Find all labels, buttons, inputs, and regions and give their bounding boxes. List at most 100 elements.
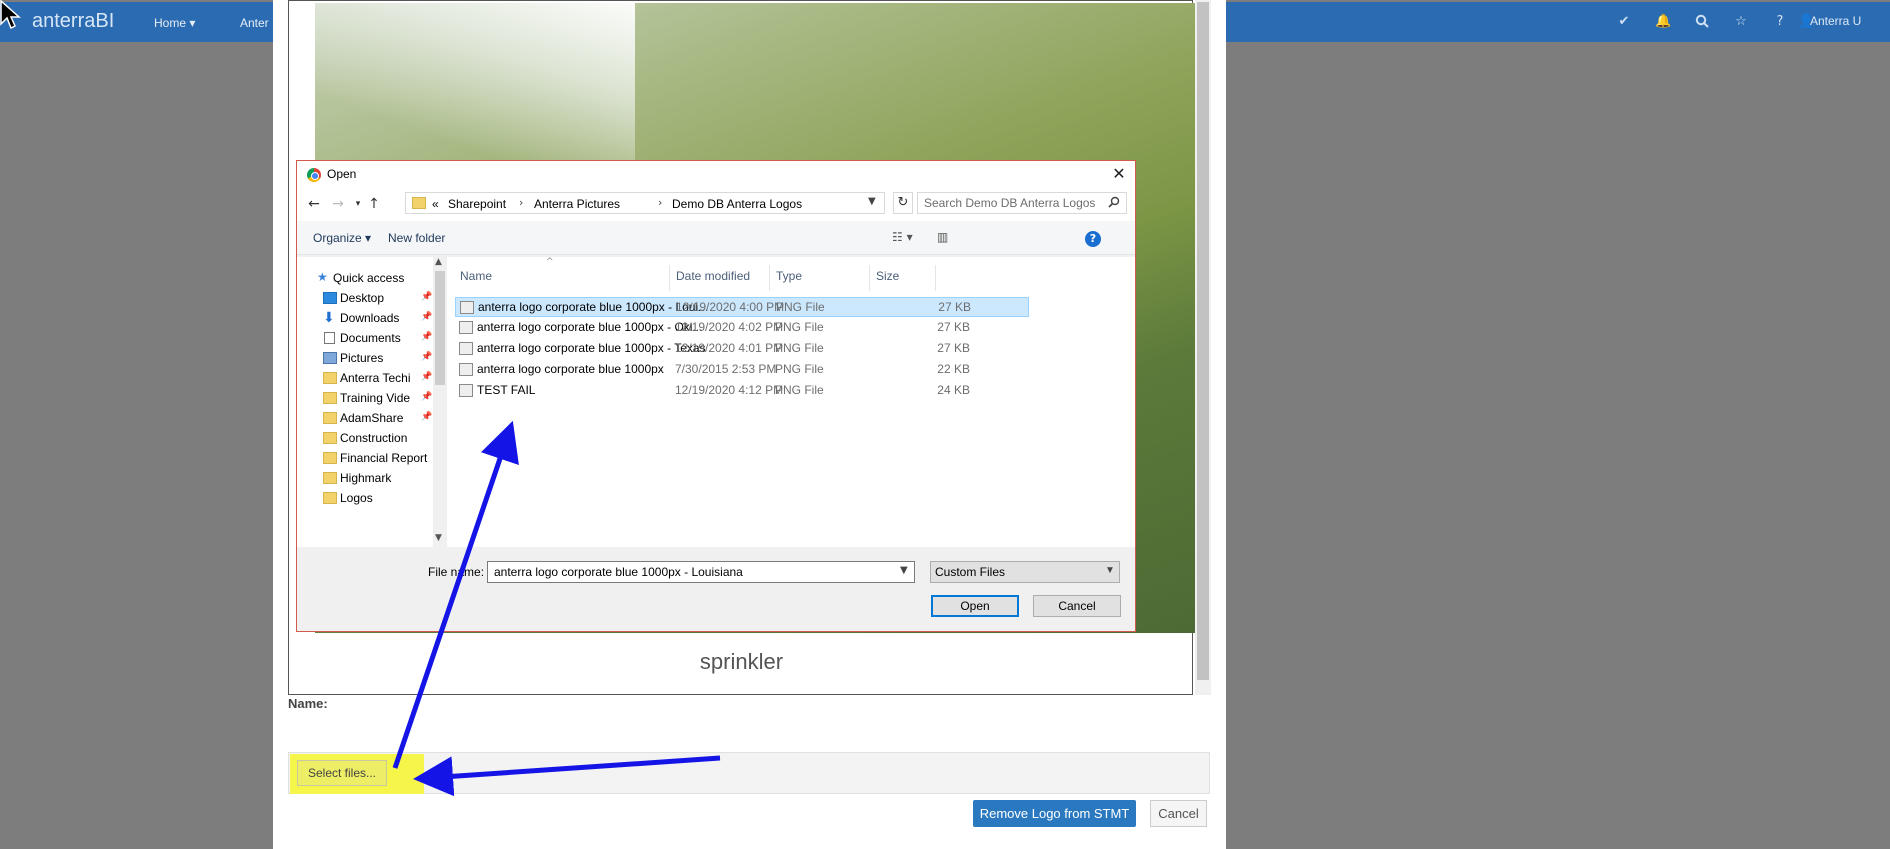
- file-list: ^ Name Date modified Type Size anterra l…: [447, 257, 1135, 547]
- nav-item-documents[interactable]: Documents 📌: [297, 329, 433, 349]
- pin-icon[interactable]: 📌: [421, 391, 432, 402]
- nav-second-menu[interactable]: Anter: [240, 16, 269, 30]
- address-dropdown-icon[interactable]: ▼: [868, 196, 876, 207]
- remove-logo-button[interactable]: Remove Logo from STMT: [973, 800, 1136, 827]
- column-header-date[interactable]: Date modified: [676, 269, 750, 283]
- view-options-icon[interactable]: ☷ ▾: [892, 230, 913, 244]
- refresh-icon[interactable]: ↻: [893, 192, 913, 214]
- search-icon[interactable]: [1694, 14, 1710, 30]
- breadcrumb-separator-icon[interactable]: ›: [519, 196, 523, 209]
- file-date: 12/19/2020 4:00 PM: [676, 300, 785, 314]
- column-divider[interactable]: [935, 265, 936, 291]
- breadcrumb-sharepoint[interactable]: Sharepoint: [448, 197, 506, 211]
- column-divider[interactable]: [669, 265, 670, 291]
- modal-cancel-button[interactable]: Cancel: [1150, 800, 1207, 827]
- column-divider[interactable]: [769, 265, 770, 291]
- scroll-up-icon[interactable]: ▲: [435, 257, 442, 267]
- close-icon[interactable]: ✕: [1109, 164, 1129, 184]
- breadcrumb-separator-icon[interactable]: ›: [658, 196, 662, 209]
- back-arrow-icon[interactable]: ←: [305, 195, 323, 213]
- file-date: 12/19/2020 4:01 PM: [675, 341, 784, 355]
- nav-home-menu[interactable]: Home ▾: [154, 16, 195, 30]
- png-file-icon: [459, 363, 473, 376]
- scroll-down-icon[interactable]: ▼: [435, 533, 442, 543]
- nav-item-highmark[interactable]: Highmark: [297, 469, 433, 489]
- preview-pane-icon[interactable]: ▥: [937, 230, 948, 244]
- file-row[interactable]: anterra logo corporate blue 1000px 7/30/…: [455, 360, 1029, 380]
- check-icon[interactable]: ✔: [1616, 14, 1632, 30]
- pin-icon[interactable]: 📌: [421, 311, 432, 322]
- file-row[interactable]: anterra logo corporate blue 1000px - Lou…: [455, 297, 1029, 317]
- forward-arrow-icon[interactable]: →: [329, 195, 347, 213]
- dialog-title: Open: [327, 167, 357, 181]
- file-size: 27 KB: [937, 341, 970, 355]
- pin-icon[interactable]: 📌: [421, 331, 432, 342]
- folder-icon: [323, 372, 337, 384]
- breadcrumb-demo-db[interactable]: Demo DB Anterra Logos: [672, 197, 802, 211]
- column-divider[interactable]: [869, 265, 870, 291]
- nav-item-label: Highmark: [340, 471, 392, 485]
- breadcrumb-overflow[interactable]: «: [432, 197, 439, 211]
- file-type: PNG File: [775, 341, 824, 355]
- brand-logo[interactable]: anterraBI: [32, 10, 114, 33]
- column-header-name[interactable]: Name: [460, 269, 492, 283]
- folder-icon: [323, 452, 337, 464]
- star-icon[interactable]: ☆: [1733, 14, 1749, 30]
- file-row[interactable]: anterra logo corporate blue 1000px - Okl…: [455, 318, 1029, 338]
- nav-item-financial-report[interactable]: Financial Report: [297, 449, 433, 469]
- nav-item-adamshare[interactable]: AdamShare 📌: [297, 409, 433, 429]
- search-box[interactable]: [917, 192, 1127, 214]
- pin-icon[interactable]: 📌: [421, 411, 432, 422]
- nav-item-quick-access[interactable]: ★ Quick access: [297, 269, 433, 289]
- file-name: TEST FAIL: [477, 383, 536, 397]
- nav-item-pictures[interactable]: Pictures 📌: [297, 349, 433, 369]
- new-folder-button[interactable]: New folder: [388, 231, 445, 245]
- file-row[interactable]: TEST FAIL 12/19/2020 4:12 PM PNG File 24…: [455, 381, 1029, 401]
- nav-item-anterra-techi[interactable]: Anterra Techi 📌: [297, 369, 433, 389]
- nav-item-training-vide[interactable]: Training Vide 📌: [297, 389, 433, 409]
- file-type: PNG File: [775, 362, 824, 376]
- file-type: PNG File: [775, 383, 824, 397]
- nav-item-label: Documents: [340, 331, 401, 345]
- file-date: 7/30/2015 2:53 PM: [675, 362, 777, 376]
- file-row[interactable]: anterra logo corporate blue 1000px - Tex…: [455, 339, 1029, 359]
- upload-zone[interactable]: [288, 752, 1210, 794]
- search-input[interactable]: [922, 195, 1102, 211]
- help-icon[interactable]: ?: [1085, 231, 1101, 247]
- nav-item-logos[interactable]: Logos: [297, 489, 433, 509]
- select-files-button[interactable]: Select files...: [297, 760, 387, 786]
- nav-pane-scroll-thumb[interactable]: [435, 271, 445, 385]
- column-header-size[interactable]: Size: [876, 269, 899, 283]
- column-header-type[interactable]: Type: [776, 269, 802, 283]
- png-file-icon: [459, 384, 473, 397]
- nav-item-label: Financial Report: [340, 451, 428, 465]
- file-size: 22 KB: [937, 362, 970, 376]
- user-menu[interactable]: Anterra U: [1810, 14, 1861, 28]
- cancel-button[interactable]: Cancel: [1033, 595, 1121, 617]
- file-type: PNG File: [776, 300, 825, 314]
- bell-icon[interactable]: 🔔: [1655, 14, 1671, 30]
- file-name-input[interactable]: [492, 564, 892, 580]
- nav-item-construction[interactable]: Construction: [297, 429, 433, 449]
- dialog-titlebar[interactable]: Open ✕: [297, 161, 1135, 189]
- star-icon: ★: [317, 270, 328, 284]
- pin-icon[interactable]: 📌: [421, 291, 432, 302]
- name-label: Name:: [288, 696, 328, 711]
- nav-item-downloads[interactable]: ⬇ Downloads 📌: [297, 309, 433, 329]
- open-button[interactable]: Open: [931, 595, 1019, 617]
- nav-item-desktop[interactable]: Desktop 📌: [297, 289, 433, 309]
- modal-scrollbar-thumb[interactable]: [1197, 2, 1209, 680]
- pin-icon[interactable]: 📌: [421, 371, 432, 382]
- help-icon[interactable]: ?: [1772, 14, 1788, 30]
- image-caption: sprinkler: [699, 649, 784, 674]
- pin-icon[interactable]: 📌: [421, 351, 432, 362]
- file-name-combobox[interactable]: ▼: [487, 561, 915, 583]
- breadcrumb-anterra-pictures[interactable]: Anterra Pictures: [534, 197, 620, 211]
- png-file-icon: [460, 301, 474, 314]
- png-file-icon: [459, 321, 473, 334]
- organize-menu[interactable]: Organize ▾: [313, 231, 371, 245]
- file-name-dropdown-icon[interactable]: ▼: [900, 565, 908, 576]
- up-arrow-icon[interactable]: ↑: [365, 195, 383, 213]
- address-bar[interactable]: « Sharepoint › Anterra Pictures › Demo D…: [405, 192, 885, 214]
- file-type-filter[interactable]: Custom Files ▼: [930, 561, 1120, 583]
